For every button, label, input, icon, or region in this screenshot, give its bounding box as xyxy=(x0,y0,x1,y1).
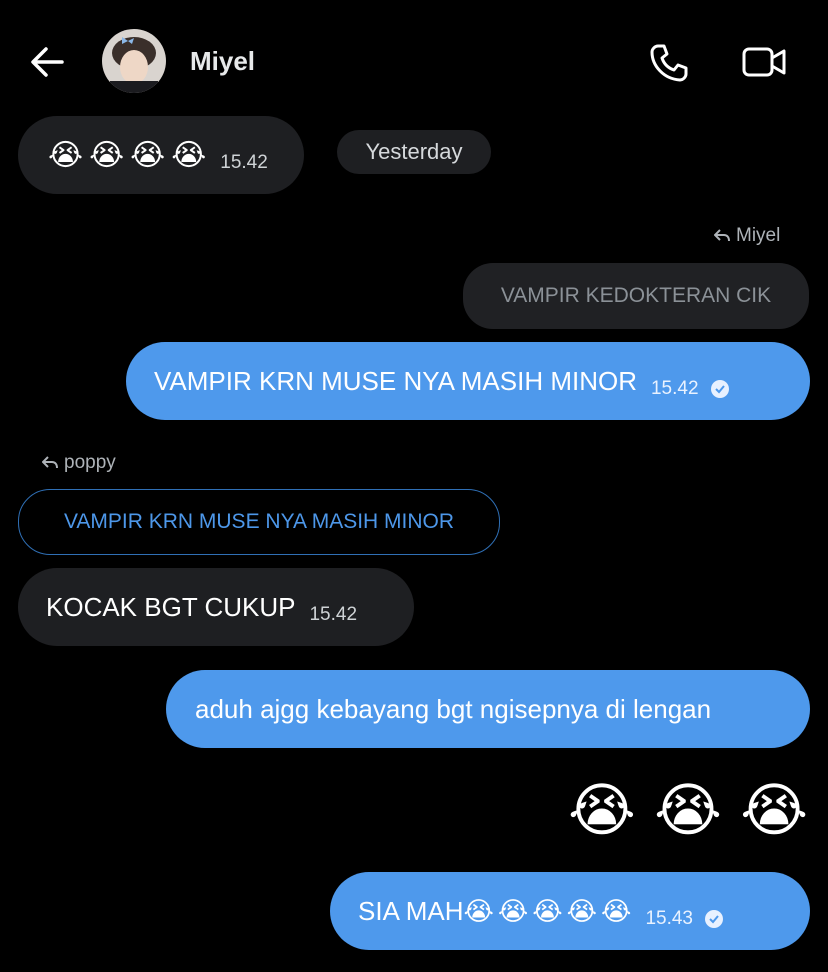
message-bubble-incoming[interactable]: KOCAK BGT CUKUP 15.42 xyxy=(18,568,414,646)
message-text: SIA MAH xyxy=(358,895,464,926)
date-divider: Yesterday xyxy=(337,130,491,174)
emoji-crying: 😭 xyxy=(130,138,166,172)
emoji-crying: 😭 xyxy=(497,895,529,926)
video-camera-icon xyxy=(742,47,786,77)
emoji-crying: 😭 xyxy=(654,778,722,843)
message-timestamp: 15.42 xyxy=(220,152,268,173)
emoji-crying: 😭 xyxy=(89,138,125,172)
message-timestamp: 15.42 xyxy=(650,378,699,399)
video-call-button[interactable] xyxy=(740,40,788,84)
reply-indicator: Miyel xyxy=(714,225,780,247)
contact-name[interactable]: Miyel xyxy=(190,46,255,77)
reply-to-name: poppy xyxy=(64,452,116,473)
message-text: KOCAK BGT CUKUP xyxy=(46,591,296,622)
voice-call-button[interactable] xyxy=(646,40,690,84)
reply-indicator: poppy xyxy=(42,452,116,474)
reply-to-name: Miyel xyxy=(736,225,781,246)
read-check-icon xyxy=(704,910,723,928)
emoji-crying: 😭 xyxy=(568,778,636,843)
back-button[interactable] xyxy=(26,40,70,84)
read-check-icon xyxy=(710,380,729,398)
message-timestamp: 15.42 xyxy=(309,604,358,625)
reply-arrow-icon xyxy=(714,229,730,242)
message-text: VAMPIR KRN MUSE NYA MASIH MINOR xyxy=(154,365,637,396)
emoji-crying: 😭 xyxy=(171,138,207,172)
message-bubble-outgoing[interactable]: SIA MAH 😭 😭 😭 😭 😭 15.43 xyxy=(330,872,810,950)
phone-icon xyxy=(650,44,688,82)
emoji-crying: 😭 xyxy=(48,138,84,172)
emoji-crying: 😭 xyxy=(532,895,563,926)
message-text: aduh ajgg kebayang bgt ngisepnya di leng… xyxy=(195,693,712,724)
message-timestamp: 15.43 xyxy=(645,908,693,929)
back-arrow-icon xyxy=(31,47,64,77)
emoji-crying: 😭 xyxy=(463,895,494,926)
quoted-message[interactable]: VAMPIR KRN MUSE NYA MASIH MINOR xyxy=(18,489,500,555)
emoji-crying: 😭 xyxy=(566,895,598,926)
emoji-crying: 😭 xyxy=(601,895,632,926)
message-bubble-outgoing[interactable]: VAMPIR KRN MUSE NYA MASIH MINOR 15.42 xyxy=(126,342,810,420)
reply-arrow-icon xyxy=(42,456,58,469)
message-bubble-incoming[interactable]: 😭 😭 😭 😭 15.42 xyxy=(18,116,304,194)
message-bubble-outgoing[interactable]: aduh ajgg kebayang bgt ngisepnya di leng… xyxy=(166,670,810,748)
emoji-crying: 😭 xyxy=(740,778,808,843)
avatar[interactable] xyxy=(102,29,166,93)
emoji-message[interactable]: 😭 😭 😭 xyxy=(568,774,808,846)
quoted-message[interactable]: VAMPIR KEDOKTERAN CIK xyxy=(463,263,809,329)
